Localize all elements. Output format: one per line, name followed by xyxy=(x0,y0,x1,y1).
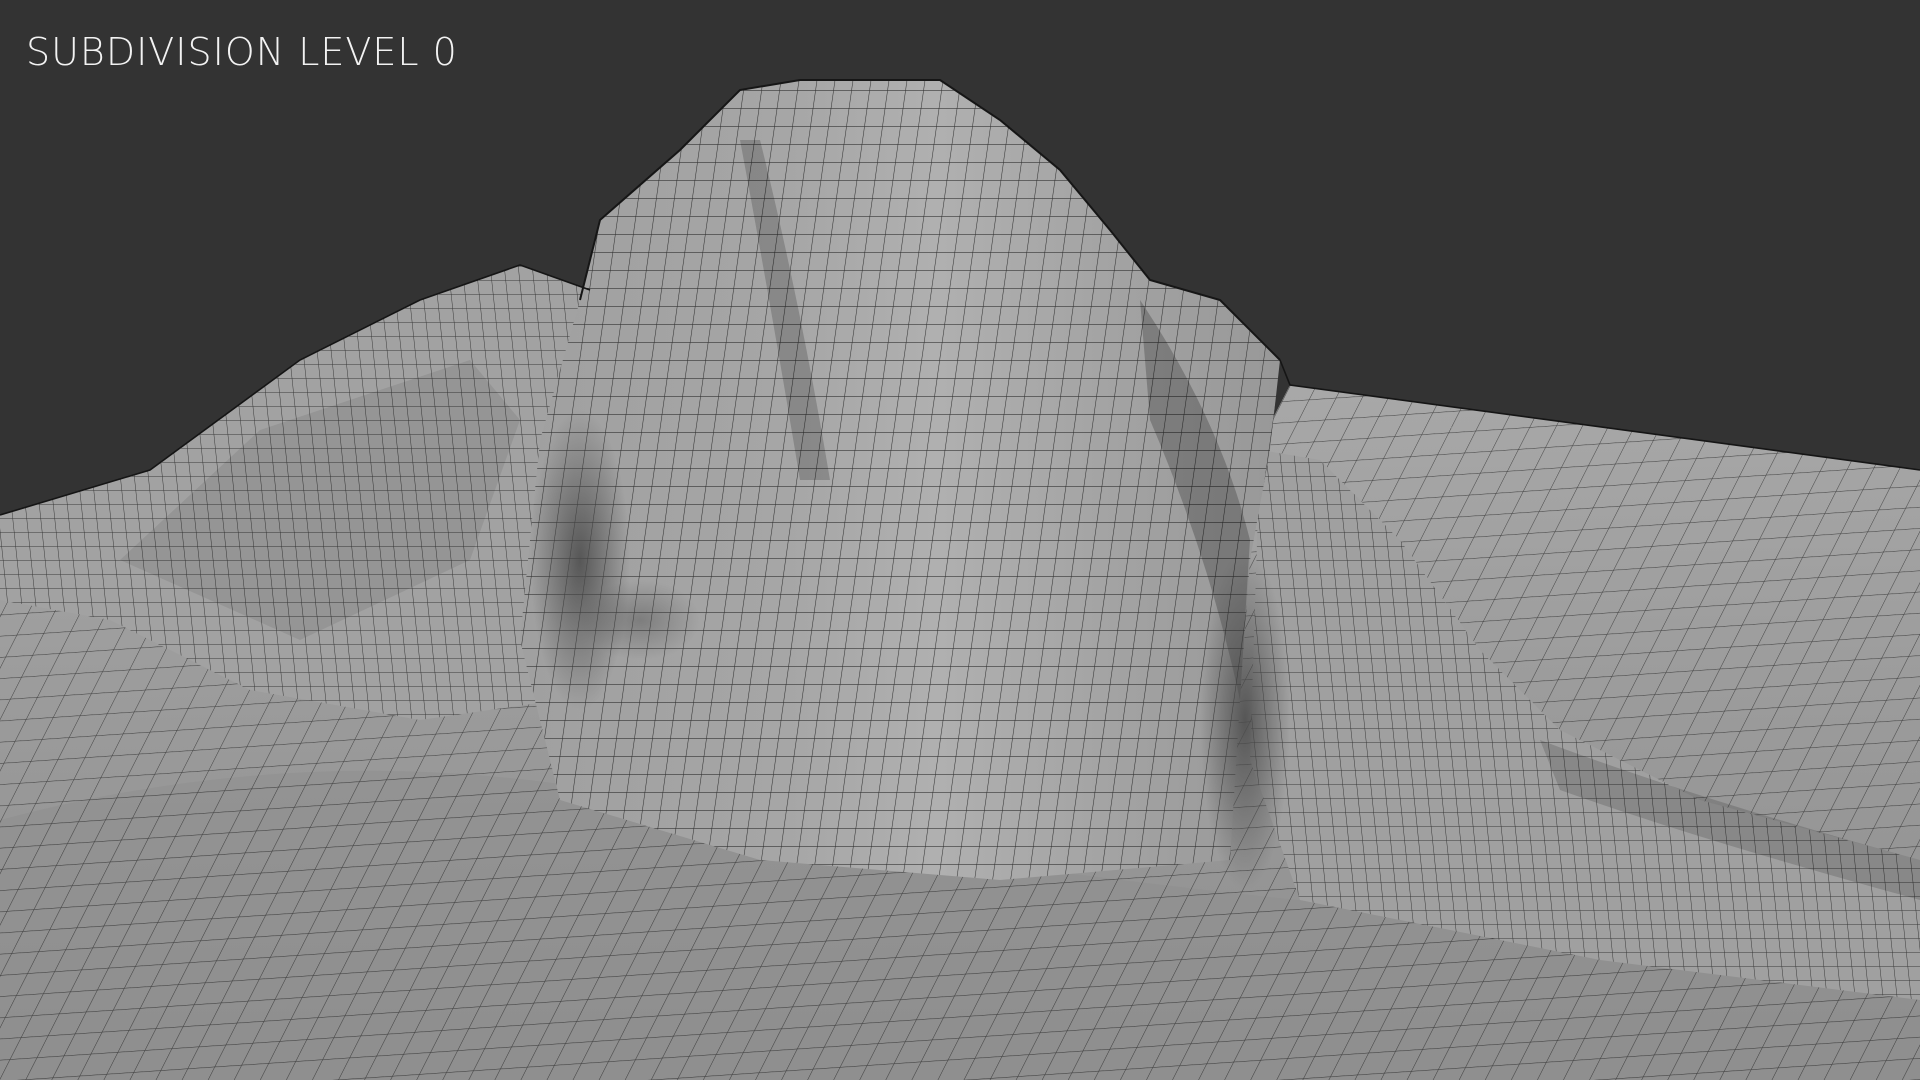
3d-viewport[interactable]: SUBDIVISION LEVEL 0 xyxy=(0,0,1920,1080)
subdivision-level-label: SUBDIVISION LEVEL 0 xyxy=(26,30,458,74)
terrain-mesh-render xyxy=(0,79,1920,1080)
central-peak xyxy=(520,79,1290,890)
